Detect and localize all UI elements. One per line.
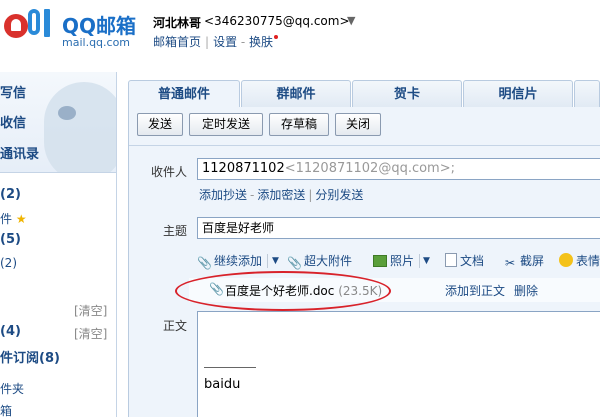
screenshot-button[interactable]: ✂ 截屏 [503,251,544,271]
sidebar-item-starred[interactable]: 件 ★ [0,210,27,227]
header-links: 邮箱首页 | 设置 - 换肤 [153,33,279,50]
recipient-value: 1120871102 [202,161,285,176]
mailbox-home-link[interactable]: 邮箱首页 [153,35,201,49]
sidebar-item-group-mail[interactable]: (5) [0,232,21,247]
emoticon-button[interactable]: 表情 [559,251,600,271]
tab-group-mail[interactable]: 群邮件 [241,80,351,107]
tab-normal-mail[interactable]: 普通邮件 [128,80,240,107]
photo-dropdown-icon[interactable]: ▼ [423,251,430,271]
sidebar-item-inbox-count[interactable]: (2) [0,187,21,202]
user-name: 河北林哥 [153,16,202,30]
user-email: <346230775@qq.com> [204,14,350,28]
sidebar-item-deleted[interactable]: (4) [0,324,21,339]
attachment-size: (23.5K) [338,284,383,298]
paperclip-icon: 📎 [209,282,224,296]
separate-send-link[interactable]: 分别发送 [315,188,363,202]
attachment-item: 📎 百度是个好老师.doc (23.5K) 添加到正文 删除 [189,278,600,302]
timed-send-button[interactable]: 定时发送 [189,113,263,136]
clear-sent-link[interactable]: [清空] [74,302,107,319]
tab-greeting-card[interactable]: 贺卡 [352,80,462,107]
send-button[interactable]: 发送 [137,113,183,136]
subject-label: 主题 [163,224,188,238]
paperclip-icon: 📎 [197,256,212,270]
continue-add-attachment-button[interactable]: 📎 继续添加 [197,251,262,271]
subject-input[interactable]: 百度是好老师 [197,217,600,239]
recipient-address: <1120871102@qq.com>; [284,161,455,176]
recipient-label: 收件人 [151,165,188,179]
close-button[interactable]: 关闭 [335,113,381,136]
divider: | [308,188,313,202]
star-icon: ★ [15,212,27,226]
tab-more[interactable] [574,80,600,107]
big-attachment-button[interactable]: 📎 超大附件 [287,251,352,271]
penguin-watermark-eye [58,106,76,120]
bell-logo-icon [4,14,28,38]
qq-mail-logo[interactable]: QQ邮箱 mail.qq.com [0,6,140,52]
document-icon [445,253,457,267]
document-button[interactable]: 文档 [445,251,484,271]
change-skin-link[interactable]: 换肤 [249,35,273,49]
body-editor[interactable]: baidu [197,311,600,417]
add-cc-link[interactable]: 添加抄送 [199,188,247,202]
divider [419,254,420,268]
clear-deleted-link[interactable]: [清空] [74,325,107,342]
sidebar-contacts[interactable]: 通讯录 [0,143,39,162]
sidebar: 写信 收信 通讯录 (2) 件 ★ (5) (2) [清空] (4) [清空] … [0,72,117,419]
logo-subtitle: mail.qq.com [62,36,131,49]
divider: - [250,188,255,202]
settings-link[interactable]: 设置 [213,35,237,49]
signature-divider [204,367,256,368]
new-indicator-dot [274,35,279,39]
tab-postcard[interactable]: 明信片 [463,80,573,107]
continue-add-dropdown-icon[interactable]: ▼ [272,251,279,271]
logo-text: QQ邮箱 [62,14,137,38]
delete-attachment-link[interactable]: 删除 [514,282,538,299]
divider: - [237,35,250,49]
photo-button[interactable]: 照片 [373,251,414,271]
photo-icon [373,255,387,267]
account-dropdown-icon[interactable]: ▼ [347,14,355,27]
add-bcc-link[interactable]: 添加密送 [257,188,305,202]
scissors-icon: ✂ [504,256,516,270]
sidebar-top-panel: 写信 收信 通讯录 [0,72,116,173]
compose-panel: 发送 定时发送 存草稿 关闭 收件人 1120871102<1120871102… [128,107,600,417]
divider [267,254,268,268]
sidebar-item-subscriptions[interactable]: 件订阅(8) [0,347,60,366]
sidebar-item-box[interactable]: 箱 [0,402,12,419]
add-to-body-link[interactable]: 添加到正文 [445,282,505,299]
logo-letter-i [44,9,50,37]
recipient-options: 添加抄送 - 添加密送 | 分别发送 [199,186,363,203]
paperclip-plus-icon: 📎 [287,256,302,270]
signature-text: baidu [204,377,241,392]
header: QQ邮箱 mail.qq.com 河北林哥 <346230775@qq.com>… [0,0,600,64]
penguin-watermark [44,82,116,172]
recipient-input[interactable]: 1120871102<1120871102@qq.com>; [197,158,600,180]
toolbar-divider [129,145,600,146]
attachment-filename: 百度是个好老师.doc (23.5K) [225,284,383,298]
sidebar-item-folders[interactable]: 件夹 [0,380,24,397]
sidebar-inbox[interactable]: 收信 [0,112,26,131]
logo-letter-o [28,9,40,35]
sidebar-item-drafts[interactable]: (2) [0,256,17,270]
compose-tabs: 普通邮件 群邮件 贺卡 明信片 [128,80,600,107]
sidebar-compose[interactable]: 写信 [0,82,26,101]
smiley-icon [559,253,573,267]
divider: | [205,35,210,49]
body-label: 正文 [163,319,188,333]
save-draft-button[interactable]: 存草稿 [269,113,329,136]
